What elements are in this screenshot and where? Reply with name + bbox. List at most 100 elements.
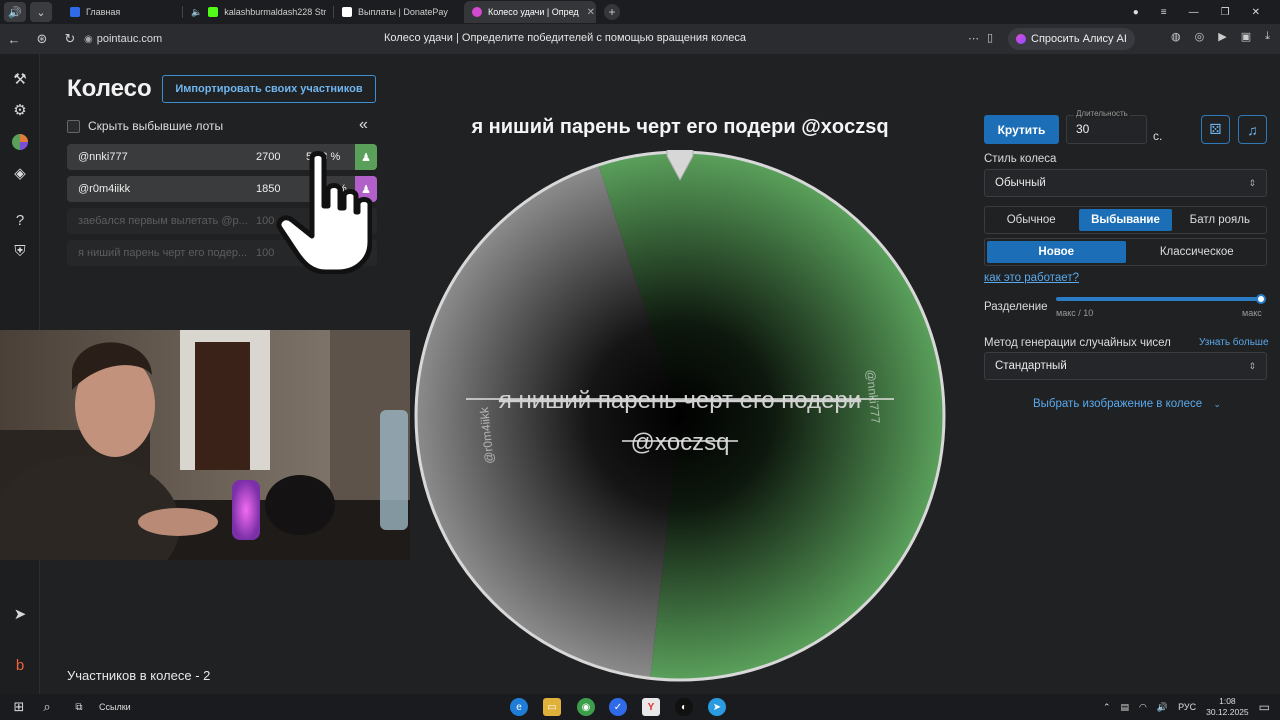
- tab-home[interactable]: Главная: [62, 1, 182, 23]
- alice-label: Спросить Алису AI: [1031, 33, 1127, 45]
- boosty-icon[interactable]: b: [9, 654, 31, 676]
- clock-time: 1:08: [1219, 696, 1236, 706]
- wheel-shading: [416, 152, 944, 680]
- close-window-icon[interactable]: ✕: [1252, 7, 1260, 18]
- tabs-menu-icon[interactable]: ⌄: [30, 2, 52, 22]
- notifications-icon[interactable]: ▭: [1259, 700, 1270, 714]
- split-slider-knob[interactable]: [1256, 294, 1266, 304]
- tab-wheel[interactable]: Колесо удачи | Опред ✕: [464, 1, 596, 23]
- globe-icon[interactable]: ◍: [1171, 30, 1181, 43]
- duration-value[interactable]: 30: [1076, 122, 1089, 136]
- links-toolbar[interactable]: Ссылки: [99, 702, 131, 712]
- how-it-works-link[interactable]: как это работает?: [984, 272, 1079, 284]
- tab-favicon: [342, 7, 352, 17]
- wheel-style-select[interactable]: Обычный ⇕: [984, 169, 1267, 197]
- rng-learn-more-link[interactable]: Узнать больше: [1199, 337, 1269, 348]
- os-taskbar: ⊞ ⌕ ⧉ Ссылки e ▭ ◉ ✓ Y ◐ ➤ ⌃ ▤ ◠ 🔊 РУС 1…: [0, 694, 1280, 720]
- close-tab-icon[interactable]: ✕: [587, 7, 595, 18]
- wheel-style-label: Стиль колеса: [984, 153, 1057, 165]
- explorer-icon[interactable]: ▭: [543, 698, 561, 716]
- search-icon[interactable]: ⌕: [38, 698, 56, 716]
- volume-icon[interactable]: 🔊: [1157, 702, 1168, 713]
- obs-icon[interactable]: ◐: [675, 698, 693, 716]
- variant-option-classic[interactable]: Классическое: [1128, 239, 1267, 265]
- split-slider-track[interactable]: [1056, 297, 1262, 301]
- hide-eliminated-checkbox[interactable]: [67, 119, 80, 133]
- split-label: Разделение: [984, 301, 1048, 313]
- lot-name: я ниший парень черт его подер...: [78, 247, 248, 259]
- mode-option-battle-royale[interactable]: Батл рояль: [1174, 207, 1266, 233]
- url-text[interactable]: pointauc.com: [97, 33, 162, 45]
- tab-label: kalashburmaldash228 Str: [224, 7, 327, 17]
- menu-icon[interactable]: ≡: [1161, 7, 1167, 18]
- collapse-panel-icon[interactable]: «: [359, 116, 368, 134]
- reload-icon[interactable]: ↻: [56, 31, 84, 47]
- spin-button[interactable]: Крутить: [984, 115, 1059, 144]
- hand-cursor-icon: [276, 151, 372, 274]
- tab-favicon: [472, 7, 482, 17]
- dice-icon: ⚄: [1209, 121, 1222, 137]
- profile-icon[interactable]: ●: [1133, 7, 1139, 18]
- ask-alice-button[interactable]: Спросить Алису AI: [1008, 28, 1135, 50]
- tab-donatepay[interactable]: Выплаты | DonatePay: [334, 1, 464, 23]
- tab-kick[interactable]: 🔈 kalashburmaldash228 Str: [183, 1, 333, 23]
- more-icon[interactable]: ⋯: [968, 32, 979, 45]
- tab-favicon: [208, 7, 219, 17]
- shield-check-icon[interactable]: ⛨: [9, 240, 31, 262]
- windows-start-icon[interactable]: ⊞: [10, 698, 28, 716]
- duration-unit: с.: [1153, 129, 1163, 143]
- gear-icon[interactable]: ⚙: [9, 99, 31, 121]
- variant-option-new[interactable]: Новое: [987, 241, 1126, 263]
- audio-icon[interactable]: 🔊: [4, 2, 26, 22]
- telegram-taskbar-icon[interactable]: ➤: [708, 698, 726, 716]
- app-icon[interactable]: ✓: [609, 698, 627, 716]
- help-icon[interactable]: ?: [9, 209, 31, 231]
- chrome-icon[interactable]: ◉: [577, 698, 595, 716]
- clock-date: 30.12.2025: [1206, 707, 1249, 717]
- collections-icon[interactable]: ▣: [1241, 30, 1251, 43]
- tray-arrow-icon[interactable]: ⌃: [1103, 702, 1111, 713]
- winner-title: я ниший парень черт его подери @xoczsq: [471, 116, 889, 138]
- telegram-icon[interactable]: ➤: [9, 603, 31, 625]
- shield-icon[interactable]: ⊛: [28, 31, 56, 47]
- mode-option-normal[interactable]: Обычное: [985, 207, 1077, 233]
- lot-name: @nnki777: [78, 151, 128, 163]
- wheel-icon[interactable]: [9, 131, 31, 153]
- import-participants-button[interactable]: Импортировать своих участников: [162, 75, 376, 103]
- wheel[interactable]: @nnki777@r0m4iikk я ниший парень черт ег…: [414, 150, 946, 682]
- wheel-icon-graphic: [12, 134, 28, 150]
- chevron-updown-icon: ⇕: [1248, 360, 1256, 371]
- rng-select[interactable]: Стандартный ⇕: [984, 352, 1267, 380]
- downloads-icon[interactable]: ⤓: [1265, 30, 1270, 43]
- edge-icon[interactable]: e: [510, 698, 528, 716]
- choose-image-link[interactable]: Выбрать изображение в колесе ⌄: [1033, 398, 1221, 410]
- language-indicator[interactable]: РУС: [1178, 702, 1196, 712]
- back-icon[interactable]: ←: [0, 32, 28, 47]
- gavel-icon[interactable]: ⚒: [9, 68, 31, 90]
- bookmark-icon[interactable]: ▯: [987, 31, 993, 44]
- music-button[interactable]: ♫: [1238, 115, 1267, 144]
- hide-eliminated-label: Скрыть выбывшие лоты: [88, 119, 224, 133]
- yandex-browser-icon[interactable]: Y: [642, 698, 660, 716]
- dice-button[interactable]: ⚄: [1201, 115, 1230, 144]
- site-info-icon[interactable]: ◉: [84, 34, 93, 45]
- participants-count: Участников в колесе - 2: [67, 668, 211, 683]
- panel-title: Колесо: [67, 75, 152, 102]
- wifi-icon[interactable]: ◠: [1139, 702, 1147, 713]
- hide-eliminated-toggle[interactable]: Скрыть выбывшие лоты: [67, 119, 223, 133]
- network-icon[interactable]: ▤: [1120, 702, 1129, 713]
- mode-option-elimination[interactable]: Выбывание: [1079, 209, 1172, 231]
- extension-icon[interactable]: ◎: [1195, 30, 1205, 43]
- layers-icon[interactable]: ◈: [9, 162, 31, 184]
- new-tab-button[interactable]: +: [604, 4, 620, 20]
- restore-icon[interactable]: ❐: [1221, 7, 1230, 18]
- task-view-icon[interactable]: ⧉: [70, 698, 88, 716]
- window-controls: ● ≡ — ❐ ✕: [1133, 0, 1280, 24]
- play-icon[interactable]: ▶: [1218, 30, 1226, 43]
- minimize-icon[interactable]: —: [1189, 7, 1199, 18]
- mode-segmented: Обычное Выбывание Батл рояль: [984, 206, 1267, 234]
- tab-label: Главная: [86, 7, 121, 17]
- variant-segmented: Новое Классическое: [984, 238, 1267, 266]
- clock[interactable]: 1:08 30.12.2025: [1206, 696, 1249, 718]
- split-min-label: макс / 10: [1056, 308, 1094, 318]
